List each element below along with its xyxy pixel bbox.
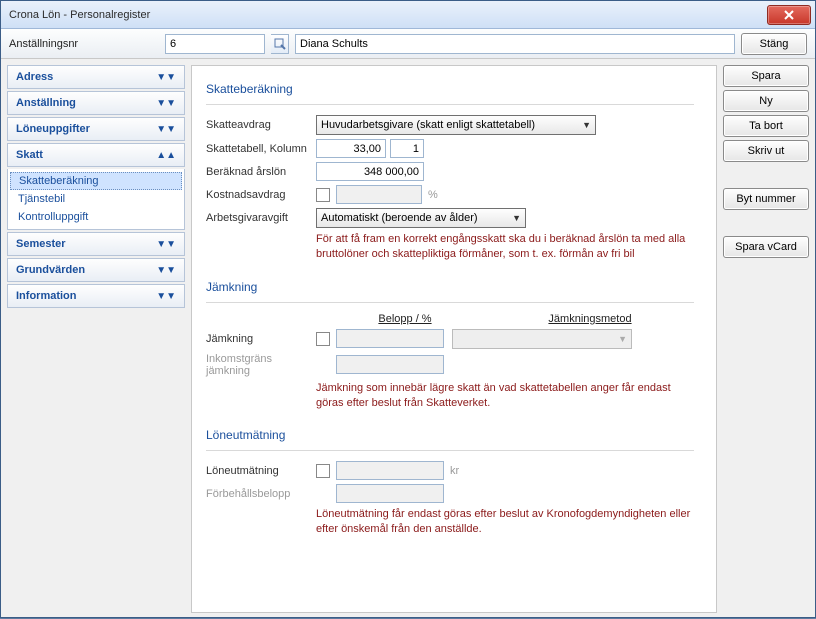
chevron-down-icon: ▼▼ <box>156 98 176 109</box>
gap <box>723 213 809 233</box>
skattetabell-input[interactable] <box>316 139 386 158</box>
toolbar: Anställningsnr Stäng <box>1 29 815 59</box>
save-button[interactable]: Spara <box>723 65 809 87</box>
nav-grundvarden-label: Grundvärden <box>16 264 85 276</box>
window-title: Crona Lön - Personalregister <box>9 9 767 21</box>
sidebar: Adress ▼▼ Anställning ▼▼ Löneuppgifter ▼… <box>7 65 185 613</box>
chevron-down-icon: ▼▼ <box>156 239 176 250</box>
loneutmatning-input <box>336 461 444 480</box>
arbetsgivar-combo[interactable]: Automatiskt (beroende av ålder) ▼ <box>316 208 526 228</box>
nav-grundvarden[interactable]: Grundvärden ▼▼ <box>7 258 185 282</box>
nav-semester-label: Semester <box>16 238 66 250</box>
skatteavdrag-combo[interactable]: Huvudarbetsgivare (skatt enligt skatteta… <box>316 115 596 135</box>
divider <box>206 104 694 105</box>
jamkning-label: Jämkning <box>206 333 316 345</box>
nav-adress[interactable]: Adress ▼▼ <box>7 65 185 89</box>
section-title-loneutmatning: Löneutmätning <box>206 428 694 442</box>
nav-adress-label: Adress <box>16 71 53 83</box>
skattetabell-label: Skattetabell, Kolumn <box>206 143 316 155</box>
chevron-down-icon: ▼▼ <box>156 124 176 135</box>
inkomst-input <box>336 355 444 374</box>
employee-number-label: Anställningsnr <box>9 38 159 50</box>
chevron-down-icon: ▼▼ <box>156 265 176 276</box>
beraknad-label: Beräknad årslön <box>206 166 316 178</box>
section-title-jamkning: Jämkning <box>206 280 694 294</box>
nav-item-skatteberakning[interactable]: Skatteberäkning <box>10 172 182 190</box>
lookup-icon <box>274 38 286 50</box>
jamkning-column-headers: Belopp / % Jämkningsmetod <box>340 313 694 325</box>
nav-item-tjanstebil[interactable]: Tjänstebil <box>8 190 184 208</box>
kolumn-input[interactable] <box>390 139 424 158</box>
change-number-button[interactable]: Byt nummer <box>723 188 809 210</box>
skatteavdrag-label: Skatteavdrag <box>206 119 316 131</box>
nav-anstallning-label: Anställning <box>16 97 76 109</box>
kostnad-input <box>336 185 422 204</box>
nav-skatt-submenu: Skatteberäkning Tjänstebil Kontrolluppgi… <box>7 169 185 230</box>
app-window: Crona Lön - Personalregister Anställning… <box>0 0 816 618</box>
print-button[interactable]: Skriv ut <box>723 140 809 162</box>
col-method: Jämkningsmetod <box>500 313 680 325</box>
chevron-down-icon: ▼▼ <box>156 72 176 83</box>
new-button[interactable]: Ny <box>723 90 809 112</box>
main-panel: Skatteberäkning Skatteavdrag Huvudarbets… <box>191 65 717 613</box>
nav-semester[interactable]: Semester ▼▼ <box>7 232 185 256</box>
dropdown-icon: ▼ <box>582 120 591 130</box>
nav-loneuppgifter[interactable]: Löneuppgifter ▼▼ <box>7 117 185 141</box>
jamkning-method-combo: ▼ <box>452 329 632 349</box>
body: Adress ▼▼ Anställning ▼▼ Löneuppgifter ▼… <box>1 59 815 619</box>
nav-information[interactable]: Information ▼▼ <box>7 284 185 308</box>
nav-loneuppgifter-label: Löneuppgifter <box>16 123 90 135</box>
section-title-skatteberakning: Skatteberäkning <box>206 82 694 96</box>
divider <box>206 302 694 303</box>
close-icon <box>783 10 795 20</box>
nav-information-label: Information <box>16 290 77 302</box>
employee-name-input[interactable] <box>295 34 735 54</box>
save-vcard-button[interactable]: Spara vCard <box>723 236 809 258</box>
forbehall-label: Förbehållsbelopp <box>206 488 316 500</box>
inkomst-label: Inkomstgräns jämkning <box>206 353 316 377</box>
action-column: Spara Ny Ta bort Skriv ut Byt nummer Spa… <box>723 65 809 613</box>
employee-number-input[interactable] <box>165 34 265 54</box>
jamkning-belopp-input <box>336 329 444 348</box>
delete-button[interactable]: Ta bort <box>723 115 809 137</box>
col-belopp: Belopp / % <box>340 313 470 325</box>
dropdown-icon: ▼ <box>512 213 521 223</box>
jamkning-note: Jämkning som innebär lägre skatt än vad … <box>316 381 694 411</box>
titlebar: Crona Lön - Personalregister <box>1 1 815 29</box>
loneutmatning-checkbox[interactable] <box>316 464 330 478</box>
dropdown-icon: ▼ <box>618 334 627 344</box>
skatteberakning-note: För att få fram en korrekt engångsskatt … <box>316 232 694 262</box>
nav-anstallning[interactable]: Anställning ▼▼ <box>7 91 185 115</box>
chevron-down-icon: ▼▼ <box>156 291 176 302</box>
chevron-up-icon: ▲▲ <box>156 150 176 161</box>
close-button[interactable]: Stäng <box>741 33 807 55</box>
loneutmatning-note: Löneutmätning får endast göras efter bes… <box>316 507 694 537</box>
forbehall-input <box>336 484 444 503</box>
nav-skatt-label: Skatt <box>16 149 43 161</box>
gap <box>723 165 809 185</box>
kostnad-label: Kostnadsavdrag <box>206 189 316 201</box>
loneutmatning-label: Löneutmätning <box>206 465 316 477</box>
divider <box>206 450 694 451</box>
nav-skatt[interactable]: Skatt ▲▲ <box>7 143 185 167</box>
window-close-button[interactable] <box>767 5 811 25</box>
beraknad-input[interactable] <box>316 162 424 181</box>
kr-suffix: kr <box>450 465 459 477</box>
kostnad-suffix: % <box>428 189 438 201</box>
arbetsgivar-value: Automatiskt (beroende av ålder) <box>321 212 478 224</box>
lookup-button[interactable] <box>271 34 289 54</box>
nav-item-kontrolluppgift[interactable]: Kontrolluppgift <box>8 208 184 226</box>
skatteavdrag-value: Huvudarbetsgivare (skatt enligt skatteta… <box>321 119 535 131</box>
kostnad-checkbox[interactable] <box>316 188 330 202</box>
arbetsgivar-label: Arbetsgivaravgift <box>206 212 316 224</box>
jamkning-checkbox[interactable] <box>316 332 330 346</box>
